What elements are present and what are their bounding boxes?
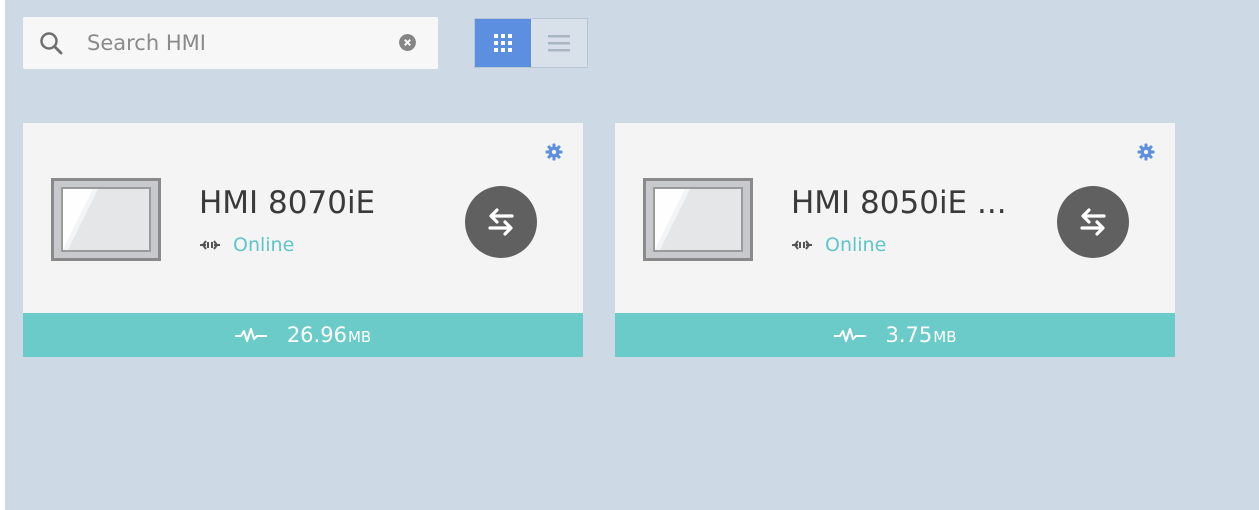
grid-view-button[interactable] bbox=[475, 19, 531, 67]
status-label: Online bbox=[233, 234, 295, 256]
device-card[interactable]: HMI 8070iE Online 26.96 MB bbox=[23, 123, 583, 357]
connection-status: Online bbox=[199, 234, 294, 256]
transfer-arrows-icon bbox=[488, 208, 514, 236]
storage-size: 3.75 bbox=[885, 323, 933, 347]
search-box[interactable] bbox=[23, 17, 438, 69]
toolbar bbox=[23, 17, 588, 69]
storage-unit: MB bbox=[347, 328, 372, 346]
activity-pulse-icon bbox=[833, 328, 866, 342]
storage-footer: 26.96 MB bbox=[23, 313, 583, 357]
plug-icon bbox=[792, 240, 812, 250]
device-name: HMI 8070iE bbox=[199, 185, 376, 221]
list-icon bbox=[548, 35, 570, 52]
list-view-button[interactable] bbox=[531, 19, 587, 67]
transfer-arrows-icon bbox=[1080, 208, 1106, 236]
transfer-button[interactable] bbox=[1057, 186, 1129, 258]
gear-icon[interactable] bbox=[1137, 143, 1155, 161]
storage-unit: MB bbox=[933, 328, 957, 346]
storage-size: 26.96 bbox=[286, 323, 347, 347]
grid-icon bbox=[494, 34, 512, 52]
device-card[interactable]: HMI 8050iE ... Online 3.75 MB bbox=[615, 123, 1175, 357]
connection-status: Online bbox=[791, 234, 886, 256]
hmi-device-icon bbox=[51, 178, 161, 261]
hmi-device-icon bbox=[643, 178, 753, 261]
search-icon bbox=[40, 32, 63, 55]
clear-search-icon[interactable] bbox=[399, 34, 416, 51]
plug-icon bbox=[200, 240, 220, 250]
search-input[interactable] bbox=[87, 25, 377, 61]
activity-pulse-icon bbox=[234, 328, 267, 342]
view-toggle bbox=[474, 18, 588, 68]
transfer-button[interactable] bbox=[465, 186, 537, 258]
app-background: HMI 8070iE Online 26.96 MB bbox=[5, 0, 1259, 510]
storage-footer: 3.75 MB bbox=[615, 313, 1175, 357]
status-label: Online bbox=[825, 234, 887, 256]
gear-icon[interactable] bbox=[545, 143, 563, 161]
device-name: HMI 8050iE ... bbox=[791, 185, 1007, 221]
